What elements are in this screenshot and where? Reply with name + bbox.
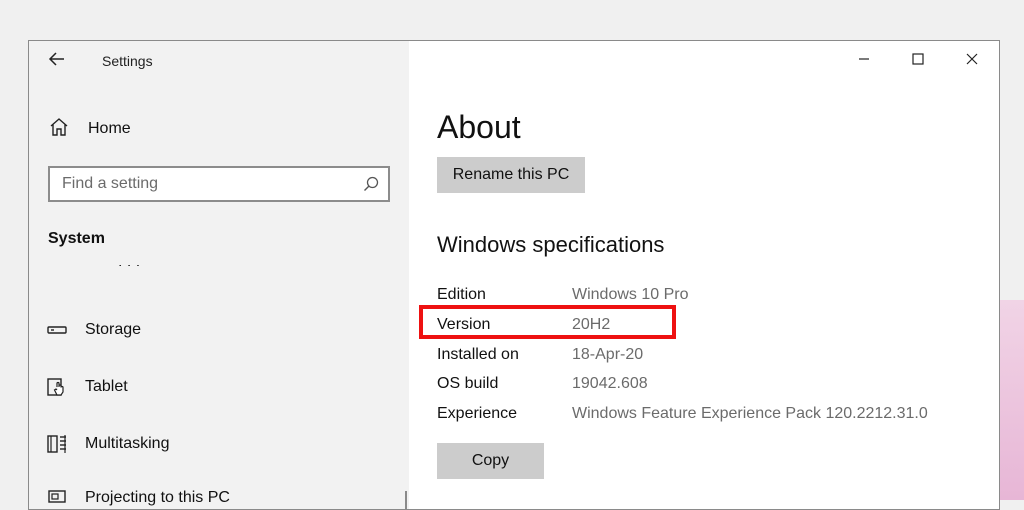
sidebar-item-storage[interactable]: Storage xyxy=(46,318,141,342)
sidebar-item-label: Home xyxy=(88,120,131,137)
search-input[interactable] xyxy=(50,168,362,200)
projecting-icon xyxy=(46,487,68,509)
sidebar-item-projecting[interactable]: Projecting to this PC xyxy=(46,486,230,509)
specs-heading: Windows specifications xyxy=(437,232,665,257)
window-title: Settings xyxy=(102,53,153,69)
arrow-left-icon xyxy=(48,51,66,72)
search-box xyxy=(48,166,390,202)
search-icon[interactable] xyxy=(362,175,380,193)
spec-value: 19042.608 xyxy=(572,375,648,392)
section-title: System xyxy=(48,230,105,247)
spec-row-os-build: OS build 19042.608 xyxy=(437,373,957,397)
spec-row-experience: Experience Windows Feature Experience Pa… xyxy=(437,403,957,427)
spec-key: OS build xyxy=(437,375,499,392)
multitasking-icon xyxy=(46,433,68,455)
back-button[interactable] xyxy=(43,49,71,73)
version-highlight-box xyxy=(419,305,676,339)
storage-icon xyxy=(46,319,68,341)
home-icon xyxy=(49,117,69,142)
page-title: About xyxy=(437,109,521,145)
sidebar-item-multitasking[interactable]: Multitasking xyxy=(46,432,169,456)
tablet-icon xyxy=(46,376,68,398)
sidebar: Home System . . . xyxy=(29,41,409,509)
copy-button[interactable]: Copy xyxy=(437,443,544,479)
sidebar-item-label: Tablet xyxy=(85,378,128,395)
sidebar-item-label: Storage xyxy=(85,321,142,338)
main-content: About Rename this PC Windows specificati… xyxy=(409,41,999,509)
sidebar-item-label: Projecting to this PC xyxy=(85,489,230,506)
rename-pc-button[interactable]: Rename this PC xyxy=(437,157,585,193)
sidebar-item-tablet[interactable]: Tablet xyxy=(46,375,128,399)
partially-hidden-item: . . . xyxy=(48,265,168,285)
desktop-background: Home System . . . xyxy=(0,0,1024,510)
sidebar-item-home[interactable]: Home xyxy=(49,117,131,141)
spec-row-installed-on: Installed on 18-Apr-20 xyxy=(437,344,957,368)
spec-key: Edition xyxy=(437,286,486,303)
spec-value: Windows 10 Pro xyxy=(572,286,689,303)
spec-key: Installed on xyxy=(437,346,519,363)
settings-window: Home System . . . xyxy=(28,40,1000,510)
spec-value: 18-Apr-20 xyxy=(572,346,644,363)
sidebar-item-label: Multitasking xyxy=(85,435,170,452)
sidebar-scrollbar[interactable] xyxy=(405,491,407,509)
spec-key: Experience xyxy=(437,405,518,422)
spec-value: Windows Feature Experience Pack 120.2212… xyxy=(572,405,928,422)
